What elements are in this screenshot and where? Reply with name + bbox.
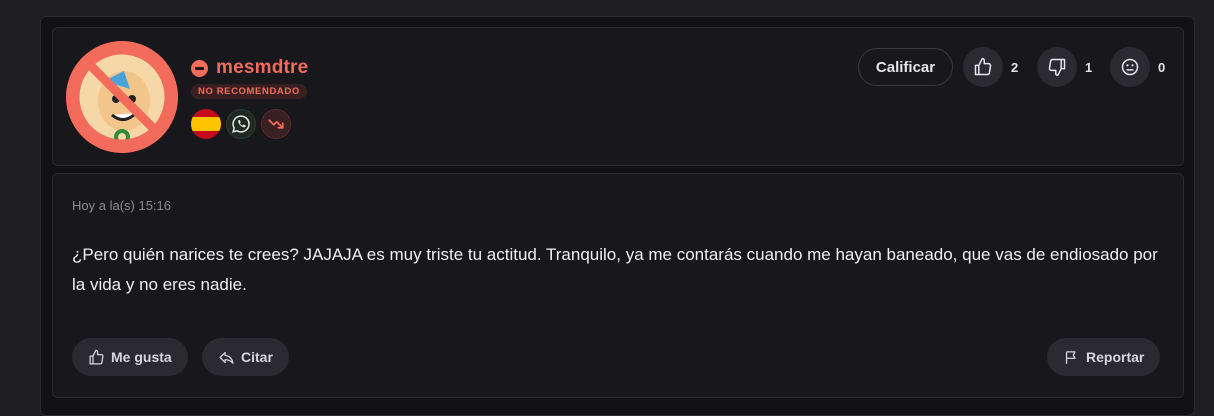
avatar-image <box>66 41 178 153</box>
neutral-face-icon <box>1121 58 1139 76</box>
username-row: mesmdtre <box>191 56 308 80</box>
post-timestamp: Hoy a la(s) 15:16 <box>72 198 171 213</box>
username[interactable]: mesmdtre <box>216 57 308 79</box>
neutral-reaction-button[interactable] <box>1110 47 1150 87</box>
quote-button-label: Citar <box>241 349 273 365</box>
flag-icon <box>1065 350 1076 364</box>
like-reaction-button[interactable] <box>963 47 1003 87</box>
like-button-label: Me gusta <box>111 349 172 365</box>
trending-down-icon <box>261 109 291 139</box>
whatsapp-icon[interactable] <box>226 109 256 139</box>
report-button-label: Reportar <box>1086 349 1145 365</box>
avatar[interactable] <box>66 41 178 153</box>
like-count: 2 <box>1011 59 1019 75</box>
neutral-reaction: 0 <box>1110 47 1165 87</box>
dislike-reaction: 1 <box>1037 47 1092 87</box>
user-icons <box>191 109 291 139</box>
neutral-count: 0 <box>1158 59 1166 75</box>
minus-circle-icon <box>191 59 208 77</box>
dislike-reaction-button[interactable] <box>1037 47 1077 87</box>
dislike-count: 1 <box>1085 59 1093 75</box>
thumbs-up-icon <box>974 57 992 76</box>
like-button[interactable]: Me gusta <box>72 338 188 376</box>
status-badge: NO RECOMENDADO <box>191 84 307 99</box>
rate-button[interactable]: Calificar <box>858 48 953 86</box>
post-message: ¿Pero quién narices te crees? JAJAJA es … <box>72 245 1158 294</box>
reply-icon <box>219 351 234 364</box>
quote-button[interactable]: Citar <box>202 338 289 376</box>
report-button[interactable]: Reportar <box>1047 338 1161 376</box>
thumbs-down-icon <box>1048 58 1066 77</box>
thumbs-up-icon <box>89 349 104 365</box>
spain-flag-icon <box>191 109 221 139</box>
like-reaction: 2 <box>963 47 1018 87</box>
